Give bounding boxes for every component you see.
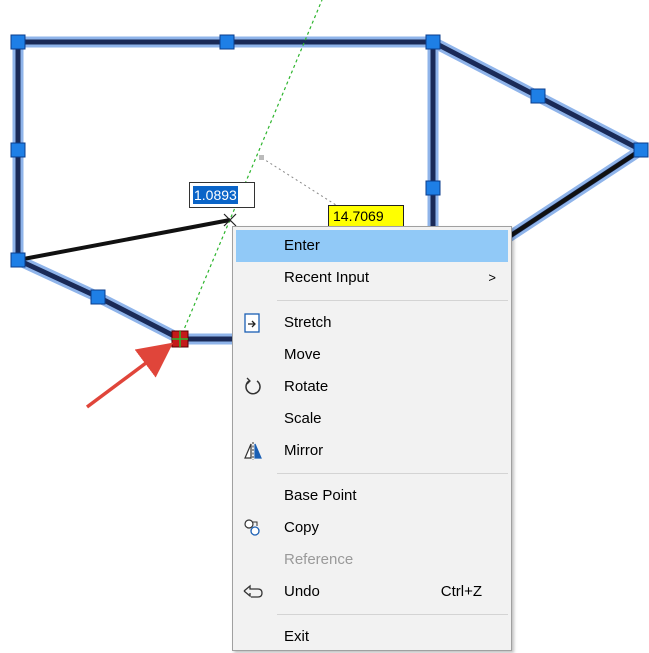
menu-separator [277, 473, 508, 474]
grip[interactable] [10, 34, 26, 50]
menu-item-base-point[interactable]: Base Point [236, 480, 508, 512]
grip[interactable] [425, 34, 441, 50]
grip[interactable] [10, 142, 26, 158]
preview-line [17, 218, 231, 262]
context-menu: Enter Recent Input > Stretch Move Rotate… [232, 226, 512, 651]
shortcut-label: Ctrl+Z [440, 583, 482, 600]
menu-separator [277, 614, 508, 615]
mirror-icon [244, 442, 262, 460]
menu-item-mirror[interactable]: Mirror [236, 435, 508, 467]
stretch-icon [244, 313, 260, 333]
menu-item-move[interactable]: Move [236, 339, 508, 371]
dimension-tooltip: 14.7069 [328, 205, 404, 227]
menu-item-reference: Reference [284, 551, 354, 568]
annotation-arrow [85, 342, 174, 409]
grip[interactable] [425, 180, 441, 196]
dynamic-input-value[interactable]: 1.0893 [193, 186, 238, 204]
menu-item-rotate[interactable]: Rotate [236, 371, 508, 403]
dimension-line [261, 157, 337, 206]
menu-separator [277, 300, 508, 301]
menu-item-scale[interactable]: Scale [236, 403, 508, 435]
grip[interactable] [530, 88, 546, 104]
menu-item-exit[interactable]: Exit [236, 621, 508, 653]
grip[interactable] [219, 34, 235, 50]
dynamic-input-box[interactable]: 1.0893 [189, 182, 255, 208]
menu-item-undo[interactable]: Undo Ctrl+Z [236, 576, 508, 608]
grip[interactable] [633, 142, 649, 158]
preview-line [505, 148, 643, 240]
grip[interactable] [90, 289, 106, 305]
rotate-icon [245, 377, 261, 395]
chevron-right-icon: > [488, 270, 496, 285]
grip[interactable] [10, 252, 26, 268]
undo-icon [243, 584, 263, 598]
menu-item-stretch[interactable]: Stretch [236, 307, 508, 339]
copy-icon [244, 519, 260, 536]
hot-grip[interactable] [171, 330, 189, 348]
dimension-node [259, 155, 264, 160]
menu-item-copy[interactable]: Copy [236, 512, 508, 544]
menu-item-recent-input[interactable]: Recent Input > [236, 262, 508, 294]
menu-item-enter[interactable]: Enter [236, 230, 508, 262]
